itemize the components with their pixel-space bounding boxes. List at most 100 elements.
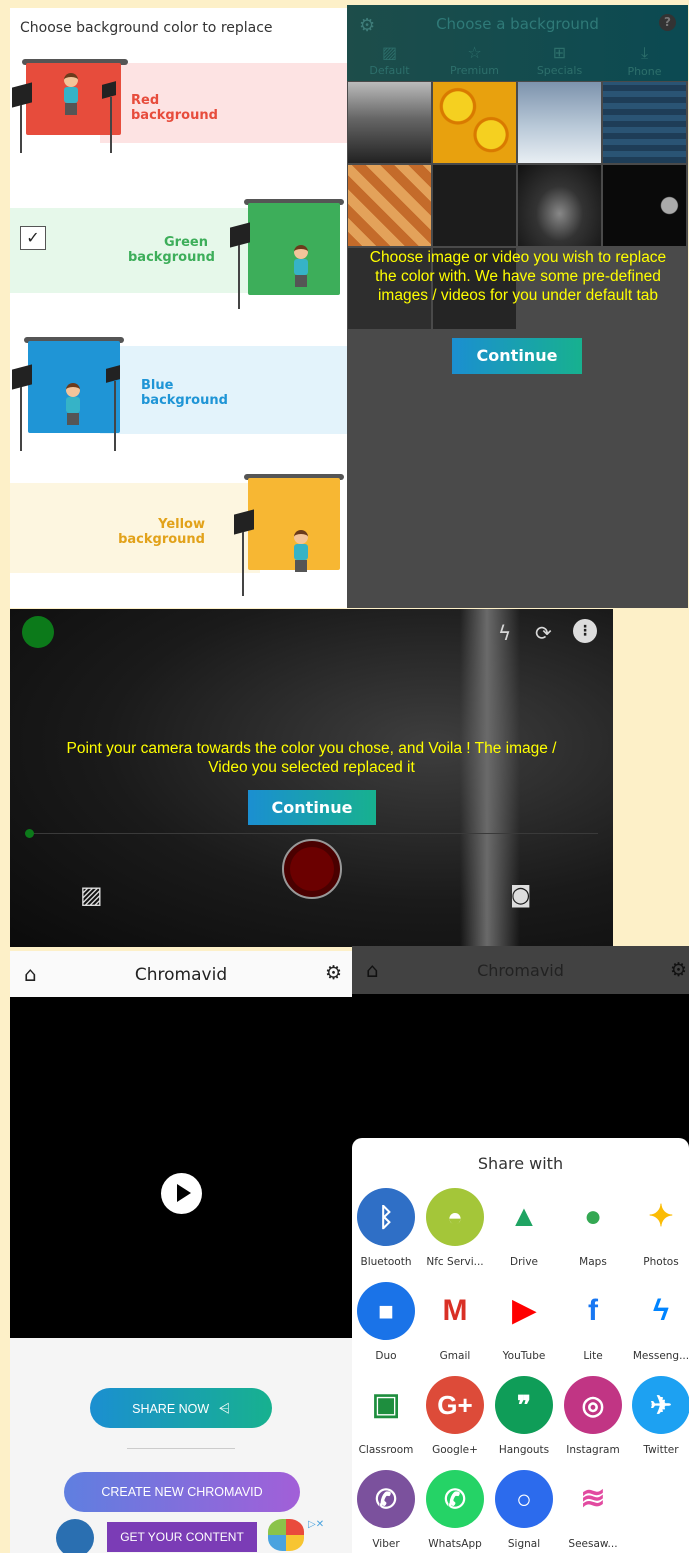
blue-background-option[interactable]: Blue background bbox=[10, 337, 347, 451]
kid-body bbox=[66, 397, 80, 413]
background-thumbnail[interactable] bbox=[518, 82, 601, 163]
green-label: Green background bbox=[128, 235, 215, 265]
share-now-button[interactable]: SHARE NOW ⩤ bbox=[90, 1388, 272, 1428]
tab-default[interactable]: ▨ Default bbox=[347, 43, 432, 77]
share-app-hangouts[interactable]: ❞ Hangouts bbox=[490, 1376, 558, 1456]
share-app-nfc-servi[interactable]: ◓ Nfc Servi... bbox=[421, 1188, 489, 1268]
settings-gear-icon[interactable]: ⚙ bbox=[325, 962, 342, 984]
share-app-lite[interactable]: f Lite bbox=[559, 1282, 627, 1362]
help-icon[interactable]: ? bbox=[659, 14, 676, 31]
green-studio-illustration bbox=[220, 199, 347, 313]
green-selected-checkbox[interactable]: ✓ bbox=[20, 226, 46, 250]
kid-body bbox=[294, 259, 308, 275]
flash-off-icon[interactable]: ϟ bbox=[498, 621, 511, 645]
studio-lamp-icon bbox=[230, 222, 250, 248]
settings-gear-icon[interactable]: ⚙ bbox=[670, 959, 687, 981]
background-thumbnail[interactable] bbox=[433, 82, 516, 163]
create-new-chromavid-button[interactable]: CREATE NEW CHROMAVID bbox=[64, 1472, 300, 1512]
share-app-whatsapp[interactable]: ✆ WhatsApp bbox=[421, 1470, 489, 1550]
background-thumbnail[interactable] bbox=[518, 165, 601, 246]
share-app-label: Lite bbox=[583, 1350, 603, 1362]
continue-button[interactable]: Continue bbox=[248, 790, 376, 825]
app-title: Chromavid bbox=[477, 961, 564, 980]
share-app-gmail[interactable]: M Gmail bbox=[421, 1282, 489, 1362]
lamp-stand bbox=[20, 387, 22, 451]
android-icon: ◓ bbox=[426, 1188, 484, 1246]
maps-pin-icon: ● bbox=[564, 1188, 622, 1246]
share-app-classroom[interactable]: ▣ Classroom bbox=[352, 1376, 420, 1456]
tab-premium[interactable]: ☆ Premium bbox=[432, 43, 517, 77]
choose-background-screen: ⚙ Choose a background ? ▨ Default ☆ Prem… bbox=[347, 5, 688, 608]
share-app-seesaw[interactable]: ≋ Seesaw... bbox=[559, 1470, 627, 1550]
drive-icon: ▲ bbox=[495, 1188, 553, 1246]
tab-phone[interactable]: ⤓ Phone bbox=[602, 43, 687, 78]
share-app-messeng[interactable]: ϟ Messeng... bbox=[627, 1282, 689, 1362]
play-icon bbox=[177, 1184, 191, 1202]
sensitivity-slider-handle[interactable] bbox=[25, 829, 34, 838]
choose-background-header: ⚙ Choose a background ? ▨ Default ☆ Prem… bbox=[347, 5, 688, 81]
share-app-drive[interactable]: ▲ Drive bbox=[490, 1188, 558, 1268]
share-app-label: Photos bbox=[643, 1256, 679, 1268]
background-thumbnail[interactable] bbox=[603, 165, 686, 246]
kid-head bbox=[66, 383, 80, 397]
choose-background-title: Choose a background bbox=[436, 15, 599, 33]
background-thumbnail[interactable] bbox=[348, 165, 431, 246]
kid-body bbox=[294, 544, 308, 560]
lamp-stand bbox=[238, 245, 240, 309]
share-app-photos[interactable]: ✦ Photos bbox=[627, 1188, 689, 1268]
share-app-bluetooth[interactable]: ᛒ Bluetooth bbox=[352, 1188, 420, 1268]
background-thumbnail[interactable] bbox=[348, 82, 431, 163]
kid-legs bbox=[65, 103, 77, 115]
lamp-stand bbox=[110, 97, 112, 153]
green-background-option[interactable]: Green background bbox=[10, 199, 347, 309]
kid-head bbox=[294, 530, 308, 544]
yellow-background-option[interactable]: Yellow background bbox=[10, 474, 347, 596]
share-app-label: YouTube bbox=[502, 1350, 546, 1362]
ad-avatar bbox=[56, 1519, 94, 1553]
share-app-instagram[interactable]: ◎ Instagram bbox=[559, 1376, 627, 1456]
red-background-option[interactable]: Red background bbox=[10, 59, 347, 153]
continue-button[interactable]: Continue bbox=[452, 338, 582, 374]
share-app-duo[interactable]: ■ Duo bbox=[352, 1282, 420, 1362]
switch-camera-icon[interactable]: ⟳ bbox=[535, 621, 552, 645]
share-app-label: Instagram bbox=[566, 1444, 620, 1456]
video-player[interactable] bbox=[10, 997, 352, 1338]
background-thumbnail[interactable] bbox=[433, 165, 516, 246]
ad-get-content-button[interactable]: GET YOUR CONTENT bbox=[107, 1522, 257, 1552]
share-app-google[interactable]: G+ Google+ bbox=[421, 1376, 489, 1456]
share-app-label: Duo bbox=[375, 1350, 397, 1362]
camera-instruction: Point your camera towards the color you … bbox=[66, 740, 557, 776]
signal-icon: ○ bbox=[495, 1470, 553, 1528]
share-app-twitter[interactable]: ✈ Twitter bbox=[627, 1376, 689, 1456]
share-app-maps[interactable]: ● Maps bbox=[559, 1188, 627, 1268]
share-app-label: Seesaw... bbox=[568, 1538, 618, 1550]
gallery-icon[interactable]: ▨ bbox=[80, 881, 103, 909]
share-app-label: Twitter bbox=[643, 1444, 679, 1456]
app-title: Chromavid bbox=[134, 965, 228, 985]
ad-close-icon[interactable]: ▷✕ bbox=[308, 1519, 324, 1530]
selected-color-indicator[interactable] bbox=[22, 616, 54, 648]
gmail-icon: M bbox=[426, 1282, 484, 1340]
camera-icon[interactable]: ◙ bbox=[510, 883, 531, 908]
tab-specials[interactable]: ⊞ Specials bbox=[517, 43, 602, 77]
download-icon: ⤓ bbox=[640, 43, 649, 62]
whatsapp-icon: ✆ bbox=[426, 1470, 484, 1528]
sensitivity-slider-track[interactable] bbox=[28, 833, 598, 834]
ad-banner[interactable]: GET YOUR CONTENT ▷✕ bbox=[50, 1517, 324, 1553]
background-thumbnail[interactable] bbox=[603, 82, 686, 163]
share-app-label: Drive bbox=[510, 1256, 538, 1268]
share-app-viber[interactable]: ✆ Viber bbox=[352, 1470, 420, 1550]
share-app-label: Messeng... bbox=[632, 1350, 689, 1362]
photos-pinwheel-icon: ✦ bbox=[632, 1188, 689, 1246]
choose-color-heading: Choose background color to replace bbox=[20, 20, 273, 36]
share-sheet-title: Share with bbox=[477, 1154, 564, 1173]
share-icon: ⩤ bbox=[218, 1400, 230, 1416]
duo-icon: ■ bbox=[357, 1282, 415, 1340]
blue-studio-illustration bbox=[10, 337, 160, 451]
share-app-signal[interactable]: ○ Signal bbox=[490, 1470, 558, 1550]
share-app-label: Hangouts bbox=[498, 1444, 550, 1456]
blue-label: Blue background bbox=[141, 378, 228, 408]
share-app-youtube[interactable]: ▶ YouTube bbox=[490, 1282, 558, 1362]
bluetooth-icon: ᛒ bbox=[357, 1188, 415, 1246]
more-options-icon[interactable]: ⋮ bbox=[573, 619, 597, 643]
